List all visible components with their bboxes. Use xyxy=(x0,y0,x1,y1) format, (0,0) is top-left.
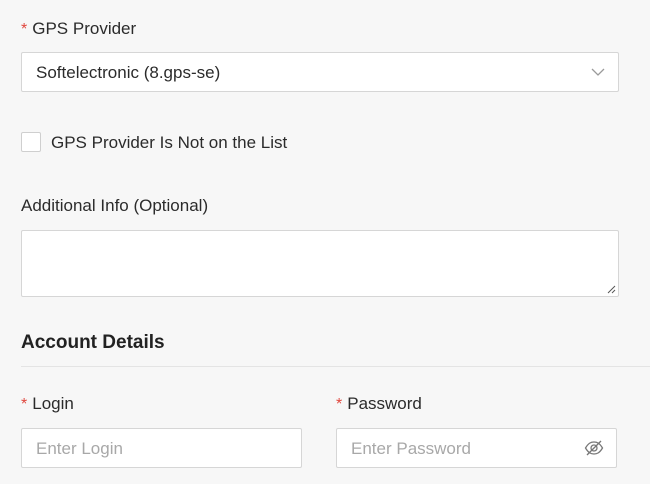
additional-info-label: Additional Info (Optional) xyxy=(21,196,209,215)
additional-info-textarea[interactable] xyxy=(21,230,619,297)
gps-provider-label-text: GPS Provider xyxy=(32,19,137,38)
login-placeholder: Enter Login xyxy=(36,439,123,458)
password-placeholder: Enter Password xyxy=(351,439,471,458)
section-divider xyxy=(21,366,650,367)
account-details-title: Account Details xyxy=(21,332,165,353)
password-label-text: Password xyxy=(347,394,422,413)
eye-off-icon[interactable] xyxy=(584,439,604,457)
required-asterisk: * xyxy=(21,21,28,38)
gps-provider-selected-value: Softelectronic (8.gps-se) xyxy=(36,63,221,82)
resize-handle-icon[interactable] xyxy=(606,284,616,294)
required-asterisk: * xyxy=(21,396,28,413)
password-input[interactable]: Enter Password xyxy=(336,428,617,468)
chevron-down-icon xyxy=(591,68,605,76)
login-input[interactable]: Enter Login xyxy=(21,428,302,468)
gps-provider-label: * GPS Provider xyxy=(21,19,136,40)
required-asterisk: * xyxy=(336,396,343,413)
gps-provider-select[interactable]: Softelectronic (8.gps-se) xyxy=(21,52,619,92)
password-label: * Password xyxy=(336,394,422,415)
login-label-text: Login xyxy=(32,394,74,413)
provider-not-on-list-checkbox[interactable] xyxy=(21,132,41,152)
login-label: * Login xyxy=(21,394,74,415)
provider-not-on-list-label[interactable]: GPS Provider Is Not on the List xyxy=(51,133,287,153)
